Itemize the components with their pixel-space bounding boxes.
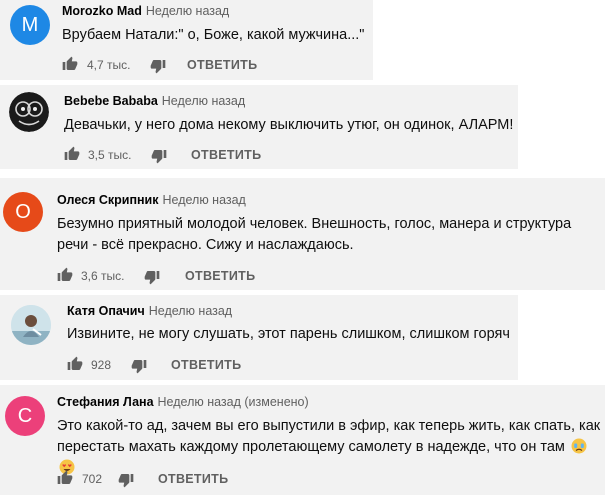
comment-text: Девачьки, у него дома некому выключить у… [64,117,514,133]
thumbs-down-icon[interactable] [144,269,160,285]
avatar-letter: C [17,405,33,427]
author-name[interactable]: Bebebe Bababa [64,94,158,108]
thumbs-up-icon[interactable] [64,146,80,162]
comment-actions: 928 ОТВЕТИТЬ [67,356,367,376]
comment-header: Стефания Лана Неделю назад (изменено) [57,395,309,409]
comment-time[interactable]: Неделю назад [162,94,245,108]
comment-card: C Стефания Лана Неделю назад (изменено) Э… [0,385,605,495]
reply-button[interactable]: ОТВЕТИТЬ [191,148,261,162]
comment-card: О Олеся Скрипник Неделю назад Безумно при… [0,178,605,290]
author-name[interactable]: Morozko Mad [62,4,142,18]
thumbs-down-icon[interactable] [118,472,134,488]
avatar[interactable] [9,92,49,132]
reply-button[interactable]: ОТВЕТИТЬ [185,269,255,283]
comment-header: Bebebe Bababa Неделю назад [64,94,245,108]
avatar-image [9,92,49,132]
avatar[interactable] [11,305,51,345]
comment-time[interactable]: Неделю назад (изменено) [158,395,309,409]
reply-button[interactable]: ОТВЕТИТЬ [171,358,241,372]
comment-text: Извините, не могу слушать, этот парень с… [67,326,510,342]
comment-actions: 3,5 тыс. ОТВЕТИТЬ [64,146,364,166]
comment-text-body: Это какой-то ад, зачем вы его выпустили … [57,418,601,455]
like-count: 3,6 тыс. [81,269,125,283]
reply-button[interactable]: ОТВЕТИТЬ [187,58,257,72]
thumbs-up-icon[interactable] [67,356,83,372]
avatar[interactable]: О [3,192,43,232]
thumbs-down-icon[interactable] [151,148,167,164]
comment-header: Катя Опачич Неделю назад [67,304,232,318]
comment-time[interactable]: Неделю назад [149,304,232,318]
comment-actions: 4,7 тыс. ОТВЕТИТЬ [62,56,362,76]
comment-actions: 3,6 тыс. ОТВЕТИТЬ [57,267,357,287]
reply-button[interactable]: ОТВЕТИТЬ [158,472,228,486]
avatar-letter: О [15,201,31,223]
comment-card: Катя Опачич Неделю назад Извините, не мог… [0,295,518,380]
like-count: 4,7 тыс. [87,58,131,72]
comment-time[interactable]: Неделю назад [162,193,245,207]
like-count: 702 [82,472,103,486]
comment-time[interactable]: Неделю назад [146,4,229,18]
like-count: 928 [91,358,112,372]
avatar[interactable]: C [5,396,45,436]
thumbs-down-icon[interactable] [150,58,166,74]
like-count: 3,5 тыс. [88,148,132,162]
avatar-image [11,305,51,345]
comment-card: M Morozko Mad Неделю назад Врубаем Натали… [0,0,373,80]
author-name[interactable]: Олеся Скрипник [57,193,158,207]
comment-text: Безумно приятный молодой человек. Внешно… [57,216,572,253]
comment-card: Bebebe Bababa Неделю назад Девачьки, у не… [0,85,518,169]
thumbs-up-icon[interactable] [57,267,73,283]
thumbs-up-icon[interactable] [57,470,73,486]
avatar-letter: M [21,14,39,36]
comment-header: Morozko Mad Неделю назад [62,4,229,18]
avatar[interactable]: M [10,5,50,45]
comment-text: Врубаем Натали:" о, Боже, какой мужчина.… [62,27,365,43]
thumbs-down-icon[interactable] [131,358,147,374]
comment-header: Олеся Скрипник Неделю назад [57,193,246,207]
author-name[interactable]: Катя Опачич [67,304,145,318]
author-name[interactable]: Стефания Лана [57,395,154,409]
comment-actions: 702 ОТВЕТИТЬ [57,470,357,490]
crying-face-icon [571,438,587,454]
thumbs-up-icon[interactable] [62,56,78,72]
